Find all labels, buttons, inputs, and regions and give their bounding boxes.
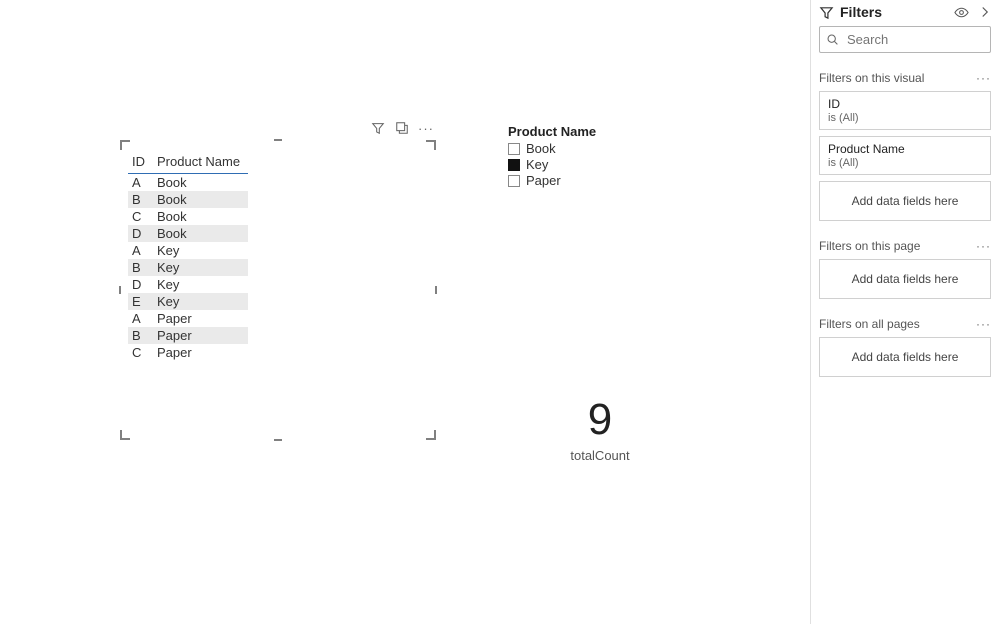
- cell-id: A: [128, 242, 153, 259]
- page-filters-dropzone[interactable]: Add data fields here: [819, 259, 991, 299]
- filter-card-condition: is (All): [828, 112, 982, 124]
- section-title-page: Filters on this page: [819, 239, 920, 253]
- filter-card-condition: is (All): [828, 157, 982, 169]
- cell-product: Book: [153, 208, 248, 225]
- cell-id: B: [128, 259, 153, 276]
- section-title-visual: Filters on this visual: [819, 71, 924, 85]
- col-header-id[interactable]: ID: [128, 152, 153, 174]
- section-title-all: Filters on all pages: [819, 317, 920, 331]
- cell-id: C: [128, 208, 153, 225]
- funnel-icon: [819, 5, 834, 20]
- cell-product: Book: [153, 191, 248, 208]
- cell-product: Book: [153, 225, 248, 242]
- table-row[interactable]: DKey: [128, 276, 248, 293]
- eye-icon[interactable]: [954, 5, 969, 20]
- slicer-item-label: Key: [526, 157, 548, 172]
- slicer-visual[interactable]: Product Name BookKeyPaper: [508, 124, 596, 189]
- resize-handle-bl[interactable]: [120, 430, 130, 440]
- section-page-more-icon[interactable]: ···: [976, 239, 991, 253]
- cell-id: A: [128, 310, 153, 327]
- cell-id: D: [128, 225, 153, 242]
- section-visual-more-icon[interactable]: ···: [976, 71, 991, 85]
- table-row[interactable]: APaper: [128, 310, 248, 327]
- resize-handle-bottom[interactable]: [274, 439, 282, 441]
- filter-card[interactable]: IDis (All): [819, 91, 991, 130]
- cell-product: Key: [153, 293, 248, 310]
- filter-card-name: Product Name: [828, 142, 982, 156]
- slicer-checkbox[interactable]: [508, 175, 520, 187]
- table-row[interactable]: BBook: [128, 191, 248, 208]
- table-row[interactable]: DBook: [128, 225, 248, 242]
- filters-pane-title: Filters: [840, 4, 882, 20]
- focus-mode-icon[interactable]: [394, 120, 410, 136]
- cell-product: Paper: [153, 310, 248, 327]
- slicer-title: Product Name: [508, 124, 596, 139]
- resize-handle-top[interactable]: [274, 139, 282, 141]
- slicer-checkbox[interactable]: [508, 159, 520, 171]
- cell-product: Paper: [153, 344, 248, 361]
- card-value: 9: [520, 398, 680, 442]
- cell-id: D: [128, 276, 153, 293]
- col-header-product[interactable]: Product Name: [153, 152, 248, 174]
- cell-id: B: [128, 327, 153, 344]
- visual-filters-dropzone[interactable]: Add data fields here: [819, 181, 991, 221]
- resize-handle-left[interactable]: [119, 286, 121, 294]
- more-options-icon[interactable]: ···: [418, 120, 434, 136]
- filters-pane-header: Filters: [819, 0, 991, 26]
- slicer-item[interactable]: Paper: [508, 173, 596, 188]
- cell-id: C: [128, 344, 153, 361]
- cell-product: Key: [153, 276, 248, 293]
- cell-product: Book: [153, 174, 248, 192]
- table-row[interactable]: CPaper: [128, 344, 248, 361]
- filter-icon[interactable]: [370, 120, 386, 136]
- slicer-item[interactable]: Key: [508, 157, 596, 172]
- table-row[interactable]: CBook: [128, 208, 248, 225]
- filter-card[interactable]: Product Nameis (All): [819, 136, 991, 175]
- resize-handle-tr[interactable]: [426, 140, 436, 150]
- table-row[interactable]: ABook: [128, 174, 248, 192]
- data-table[interactable]: ID Product Name ABookBBookCBookDBookAKey…: [128, 152, 248, 361]
- resize-handle-br[interactable]: [426, 430, 436, 440]
- filters-all-section: Filters on all pages ··· Add data fields…: [819, 317, 991, 377]
- card-label: totalCount: [520, 448, 680, 463]
- slicer-item-label: Book: [526, 141, 556, 156]
- section-all-more-icon[interactable]: ···: [976, 317, 991, 331]
- cell-product: Paper: [153, 327, 248, 344]
- slicer-item-label: Paper: [526, 173, 561, 188]
- all-filters-dropzone[interactable]: Add data fields here: [819, 337, 991, 377]
- cell-product: Key: [153, 242, 248, 259]
- visual-toolbar: ···: [370, 120, 434, 136]
- filters-visual-section: Filters on this visual ··· IDis (All)Pro…: [819, 71, 991, 221]
- table-visual[interactable]: ··· ID Product Name ABookBBookCBookDBook…: [120, 140, 436, 440]
- cell-id: A: [128, 174, 153, 192]
- chevron-right-icon[interactable]: [979, 6, 991, 18]
- search-icon: [826, 33, 839, 46]
- resize-handle-right[interactable]: [435, 286, 437, 294]
- slicer-item[interactable]: Book: [508, 141, 596, 156]
- filters-page-section: Filters on this page ··· Add data fields…: [819, 239, 991, 299]
- card-visual[interactable]: 9 totalCount: [520, 398, 680, 463]
- cell-id: E: [128, 293, 153, 310]
- filters-pane: Filters Filters on this visual ··· IDis …: [810, 0, 999, 624]
- table-row[interactable]: EKey: [128, 293, 248, 310]
- filter-card-name: ID: [828, 97, 982, 111]
- report-canvas[interactable]: ··· ID Product Name ABookBBookCBookDBook…: [0, 0, 810, 624]
- cell-product: Key: [153, 259, 248, 276]
- slicer-checkbox[interactable]: [508, 143, 520, 155]
- filters-search[interactable]: [819, 26, 991, 53]
- table-row[interactable]: AKey: [128, 242, 248, 259]
- cell-id: B: [128, 191, 153, 208]
- table-row[interactable]: BKey: [128, 259, 248, 276]
- table-row[interactable]: BPaper: [128, 327, 248, 344]
- filters-search-input[interactable]: [845, 31, 965, 48]
- resize-handle-tl[interactable]: [120, 140, 130, 150]
